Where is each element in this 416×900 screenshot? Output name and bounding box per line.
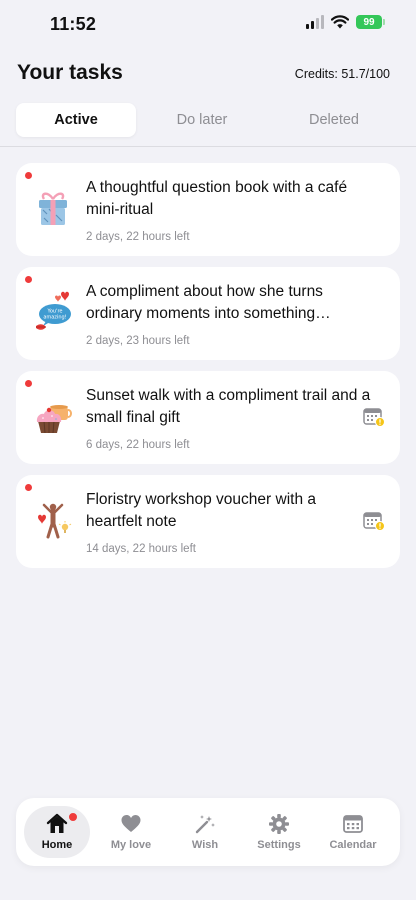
calendar-icon <box>343 815 363 833</box>
figure-heart-icon <box>38 503 72 539</box>
task-title: Floristry workshop voucher with a heartf… <box>86 491 316 530</box>
nav-settings[interactable]: Settings <box>246 806 312 858</box>
cupcake-cup-icon <box>36 405 72 434</box>
nav-label: Home <box>41 839 73 851</box>
header-divider <box>0 146 416 147</box>
task-tabs: Active Do later Deleted <box>16 103 400 137</box>
wifi-icon <box>331 15 349 29</box>
compliment-bubble-icon: You're amazing! <box>36 291 71 330</box>
nav-label: My love <box>110 839 152 851</box>
nav-calendar[interactable]: Calendar <box>320 806 386 858</box>
heart-icon <box>121 815 141 832</box>
unread-dot <box>25 484 32 491</box>
nav-label: Calendar <box>329 839 377 851</box>
status-icons: 99 <box>306 15 385 29</box>
magic-wand-icon <box>195 815 215 834</box>
unread-dot <box>25 380 32 387</box>
credits-counter: Credits: 51.7/100 <box>294 67 390 81</box>
calendar-warning-icon[interactable] <box>363 407 385 427</box>
nav-home-badge <box>68 812 78 822</box>
task-title: Sunset walk with a compliment trail and … <box>86 387 371 426</box>
home-icon <box>46 813 68 833</box>
calendar-warning-icon[interactable] <box>363 511 385 531</box>
gift-box-icon <box>39 192 67 225</box>
task-time-left: 14 days, 22 hours left <box>86 543 196 555</box>
nav-my-love[interactable]: My love <box>98 806 164 858</box>
task-title: A thoughtful question book with a café m… <box>86 179 348 218</box>
cellular-signal-icon <box>306 15 324 29</box>
task-card[interactable]: Floristry workshop voucher with a heartf… <box>16 475 400 568</box>
nav-label: Settings <box>257 839 301 851</box>
unread-dot <box>25 172 32 179</box>
tab-deleted[interactable]: Deleted <box>268 103 400 137</box>
unread-dot <box>25 276 32 283</box>
nav-home[interactable]: Home <box>24 806 90 858</box>
bubble-text-line2: amazing! <box>43 315 66 321</box>
tab-do-later[interactable]: Do later <box>136 103 268 137</box>
tab-active[interactable]: Active <box>16 103 136 137</box>
task-card[interactable]: You're amazing! A compliment about how s… <box>16 267 400 360</box>
task-card[interactable]: A thoughtful question book with a café m… <box>16 163 400 256</box>
bottom-nav: Home My love Wish Settings Calendar <box>16 798 400 866</box>
task-time-left: 6 days, 22 hours left <box>86 439 190 451</box>
gear-icon <box>269 814 289 834</box>
page-title: Your tasks <box>17 61 123 84</box>
nav-wish[interactable]: Wish <box>172 806 238 858</box>
task-list: A thoughtful question book with a café m… <box>16 163 400 579</box>
status-bar: 11:52 99 <box>0 0 416 50</box>
task-card[interactable]: Sunset walk with a compliment trail and … <box>16 371 400 464</box>
battery-icon: 99 <box>356 15 385 29</box>
nav-label: Wish <box>191 839 219 851</box>
task-time-left: 2 days, 22 hours left <box>86 231 190 243</box>
task-title: A compliment about how she turns ordinar… <box>86 283 323 322</box>
status-time: 11:52 <box>50 14 97 34</box>
task-time-left: 2 days, 23 hours left <box>86 335 190 347</box>
